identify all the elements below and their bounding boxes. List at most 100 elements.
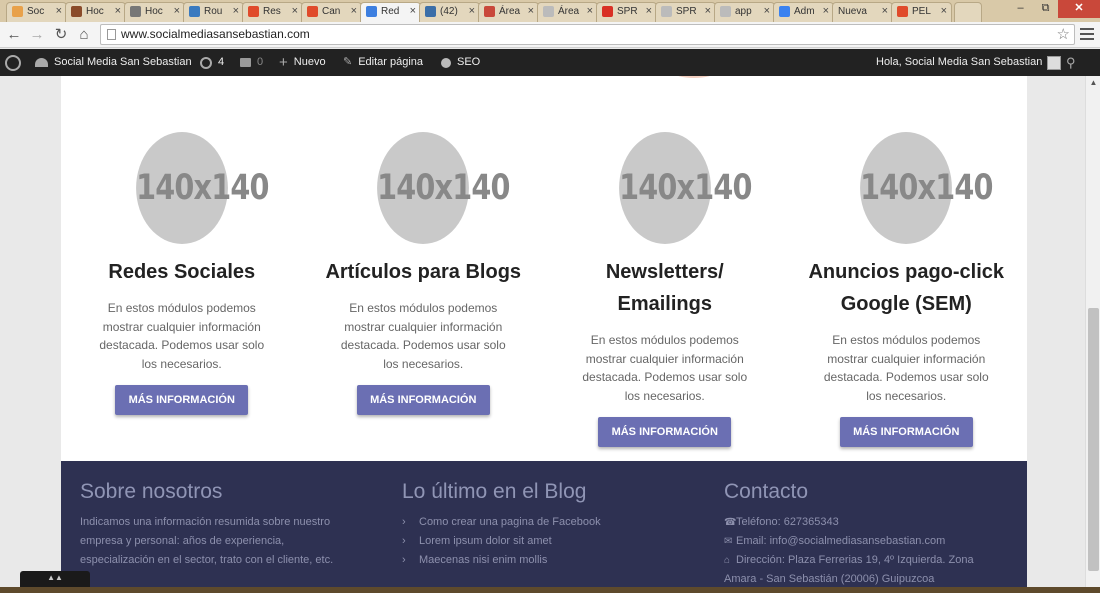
browser-tab[interactable]: SPR × xyxy=(655,2,716,22)
placeholder-image: 140x140 xyxy=(135,132,269,244)
chevron-right-icon: › xyxy=(402,516,406,528)
home-icon[interactable]: ⌂ xyxy=(74,25,94,45)
tab-close-icon[interactable]: × xyxy=(233,3,239,20)
browser-tab[interactable]: Can × xyxy=(301,2,362,22)
close-window-icon[interactable]: ✕ xyxy=(1058,0,1100,18)
tab-close-icon[interactable]: × xyxy=(56,3,62,20)
feature-card: 140x140 Artículos para Blogs En estos módu… xyxy=(303,132,545,447)
admin-updates[interactable]: 4 xyxy=(200,49,224,76)
phone-text: Teléfono: 627365343 xyxy=(736,516,839,528)
browser-tab[interactable]: app × xyxy=(714,2,775,22)
browser-tab[interactable]: Área × xyxy=(537,2,598,22)
chevron-right-icon: › xyxy=(402,554,406,566)
tab-close-icon[interactable]: × xyxy=(469,3,475,20)
tab-favicon-icon xyxy=(897,6,908,17)
tab-label: Res xyxy=(263,6,281,17)
window-controls: – ⧉ ✕ xyxy=(1008,0,1100,18)
forward-arrow-icon[interactable]: → xyxy=(27,25,47,45)
feature-title: Anuncios pago-click Google (SEM) xyxy=(808,261,1005,315)
restore-icon[interactable]: ⧉ xyxy=(1033,0,1058,18)
browser-tab[interactable]: Rou × xyxy=(183,2,244,22)
tab-close-icon[interactable]: × xyxy=(764,3,770,20)
menu-icon[interactable] xyxy=(1080,25,1094,43)
avatar xyxy=(1047,55,1062,70)
updates-icon xyxy=(200,56,212,69)
admin-site-name[interactable]: Social Media San Sebastian xyxy=(35,49,192,76)
more-info-button[interactable]: MÁS INFORMACIÓN xyxy=(115,385,249,415)
blog-post-link[interactable]: › Maecenas nisi enim mollis xyxy=(402,551,682,570)
tab-favicon-icon xyxy=(661,6,672,17)
tab-close-icon[interactable]: × xyxy=(410,3,416,20)
footer-blog: Lo último en el Blog › Como crear una pag… xyxy=(402,479,682,570)
tab-label: Hoc xyxy=(145,6,163,17)
admin-seo[interactable]: SEO xyxy=(441,49,480,76)
blog-post-link[interactable]: › Lorem ipsum dolor sit amet xyxy=(402,532,682,551)
envelope-icon: ✉ xyxy=(724,536,733,547)
tab-close-icon[interactable]: × xyxy=(351,3,357,20)
wordpress-logo-icon[interactable] xyxy=(5,49,27,76)
new-tab-button[interactable] xyxy=(954,2,982,22)
tab-label: Nueva xyxy=(838,6,867,17)
browser-tab[interactable]: SPR × xyxy=(596,2,657,22)
browser-tab[interactable]: Red × xyxy=(360,2,421,23)
address-text: Dirección: Plaza Ferrerias 19, 4º Izquie… xyxy=(724,554,974,585)
feature-title: Artículos para Blogs xyxy=(325,261,522,283)
browser-tab[interactable]: Hoc × xyxy=(124,2,185,22)
tab-close-icon[interactable]: × xyxy=(587,3,593,20)
browser-tab[interactable]: Soc × xyxy=(6,2,67,22)
pencil-icon: ✎ xyxy=(343,56,353,68)
footer-blog-title: Lo último en el Blog xyxy=(402,480,587,503)
tab-favicon-icon xyxy=(425,6,436,17)
comments-count: 0 xyxy=(257,56,264,68)
scroll-up-icon[interactable]: ▲ xyxy=(1086,76,1100,90)
browser-tab[interactable]: Hoc × xyxy=(65,2,126,22)
tab-close-icon[interactable]: × xyxy=(115,3,121,20)
minimize-icon[interactable]: – xyxy=(1008,0,1033,18)
contact-email[interactable]: ✉ Email: info@socialmediasansebastian.com xyxy=(724,532,1004,551)
placeholder-image: 140x140 xyxy=(377,132,511,244)
scroll-thumb[interactable] xyxy=(1088,308,1099,571)
tab-close-icon[interactable]: × xyxy=(528,3,534,20)
search-icon[interactable]: ⚲ xyxy=(1066,49,1076,76)
tab-close-icon[interactable]: × xyxy=(882,3,888,20)
blog-post-title: Como crear una pagina de Facebook xyxy=(419,516,601,528)
tab-favicon-icon xyxy=(602,6,613,17)
tab-close-icon[interactable]: × xyxy=(941,3,947,20)
address-bar[interactable]: www.socialmediasansebastian.com ☆ xyxy=(100,24,1075,45)
tab-favicon-icon xyxy=(12,6,23,17)
back-arrow-icon[interactable]: ← xyxy=(4,25,24,45)
blog-post-link[interactable]: › Como crear una pagina de Facebook xyxy=(402,513,682,532)
admin-comments[interactable]: 0 xyxy=(240,49,263,76)
browser-tab[interactable]: (42) × xyxy=(419,2,480,22)
tab-close-icon[interactable]: × xyxy=(174,3,180,20)
admin-account[interactable]: Hola, Social Media San Sebastian xyxy=(876,49,1062,76)
tab-favicon-icon xyxy=(366,6,377,17)
admin-edit-page[interactable]: ✎ Editar página xyxy=(343,49,423,76)
contact-phone: ☎Teléfono: 627365343 xyxy=(724,513,1004,532)
feature-card: 140x140 Redes Sociales En estos módulos po… xyxy=(61,132,303,447)
tab-close-icon[interactable]: × xyxy=(292,3,298,20)
bookmark-star-icon[interactable]: ☆ xyxy=(1057,25,1070,44)
page-scrollbar[interactable]: ▲ xyxy=(1085,76,1100,587)
more-info-button[interactable]: MÁS INFORMACIÓN xyxy=(598,417,732,447)
media-overlay[interactable]: ▲▲ xyxy=(20,571,90,587)
tab-close-icon[interactable]: × xyxy=(705,3,711,20)
more-info-button[interactable]: MÁS INFORMACIÓN xyxy=(356,385,490,415)
admin-new[interactable]: + Nuevo xyxy=(279,49,326,76)
url-text: www.socialmediasansebastian.com xyxy=(121,27,310,41)
reload-icon[interactable]: ↻ xyxy=(51,25,71,45)
feature-description: En estos módulos podemos mostrar cualqui… xyxy=(99,301,265,371)
browser-tab[interactable]: Área × xyxy=(478,2,539,22)
blog-post-title: Maecenas nisi enim mollis xyxy=(419,554,548,566)
more-info-button[interactable]: MÁS INFORMACIÓN xyxy=(839,417,973,447)
browser-tab[interactable]: Adm × xyxy=(773,2,834,22)
browser-tab[interactable]: Res × xyxy=(242,2,303,22)
tab-close-icon[interactable]: × xyxy=(823,3,829,20)
browser-tab[interactable]: Nueva × xyxy=(832,2,893,22)
tab-favicon-icon xyxy=(484,6,495,17)
tab-close-icon[interactable]: × xyxy=(646,3,652,20)
feature-description: En estos módulos podemos mostrar cualqui… xyxy=(340,301,506,371)
browser-tab[interactable]: PEL × xyxy=(891,2,952,22)
tab-label: SPR xyxy=(617,6,638,17)
dashboard-icon xyxy=(35,58,48,67)
